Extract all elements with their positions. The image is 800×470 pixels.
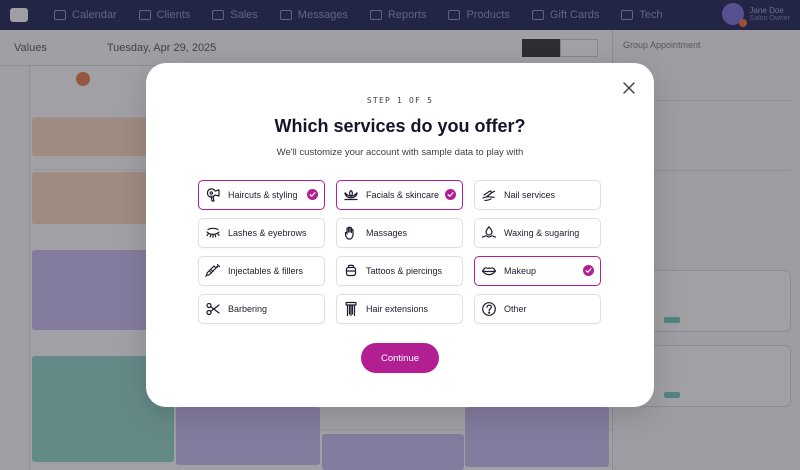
service-option-label: Tattoos & piercings [366,266,443,276]
hand-icon [343,225,359,241]
hair-extension-icon [343,301,359,317]
service-option-hair-extensions[interactable]: Hair extensions [336,294,463,324]
service-option-label: Massages [366,228,408,238]
service-option-barbering[interactable]: Barbering [198,294,325,324]
service-option-other[interactable]: Other [474,294,601,324]
service-option-nail-services[interactable]: Nail services [474,180,601,210]
service-option-label: Other [504,304,527,314]
nail-polish-hand-icon [481,187,497,203]
service-option-massages[interactable]: Massages [336,218,463,248]
step-indicator: STEP 1 OF 5 [366,96,434,105]
lips-icon [481,263,497,279]
service-options-grid: Haircuts & styling Facials & skincare Nail… [198,180,602,324]
checkmark-icon [307,189,318,200]
service-option-makeup[interactable]: Makeup [474,256,601,286]
service-option-waxing-and-sugaring[interactable]: Waxing & sugaring [474,218,601,248]
service-option-lashes-and-eyebrows[interactable]: Lashes & eyebrows [198,218,325,248]
scissors-icon [205,301,221,317]
service-option-injectables-and-fillers[interactable]: Injectables & fillers [198,256,325,286]
service-option-label: Hair extensions [366,304,429,314]
modal-subtitle: We'll customize your account with sample… [276,147,524,158]
hair-dryer-icon [205,187,221,203]
service-option-label: Haircuts & styling [228,190,298,200]
lotus-icon [343,187,359,203]
service-option-label: Injectables & fillers [228,266,304,276]
service-option-haircuts-and-styling[interactable]: Haircuts & styling [198,180,325,210]
tattoo-machine-icon [343,263,359,279]
service-option-label: Lashes & eyebrows [228,228,307,238]
service-option-label: Facials & skincare [366,190,440,200]
modal-title: Which services do you offer? [274,116,526,136]
service-option-label: Waxing & sugaring [504,228,580,238]
eyelash-icon [205,225,221,241]
continue-button[interactable]: Continue [361,343,439,373]
service-option-label: Nail services [504,190,556,200]
close-icon [623,82,635,94]
service-option-label: Makeup [504,266,537,276]
wax-drop-icon [481,225,497,241]
services-modal: STEP 1 OF 5 Which services do you offer?… [146,63,654,407]
syringe-icon [205,263,221,279]
service-option-tattoos-and-piercings[interactable]: Tattoos & piercings [336,256,463,286]
service-option-facials-and-skincare[interactable]: Facials & skincare [336,180,463,210]
service-option-label: Barbering [228,304,268,314]
checkmark-icon [583,265,594,276]
question-icon [481,301,497,317]
checkmark-icon [445,189,456,200]
close-button[interactable] [620,79,638,97]
